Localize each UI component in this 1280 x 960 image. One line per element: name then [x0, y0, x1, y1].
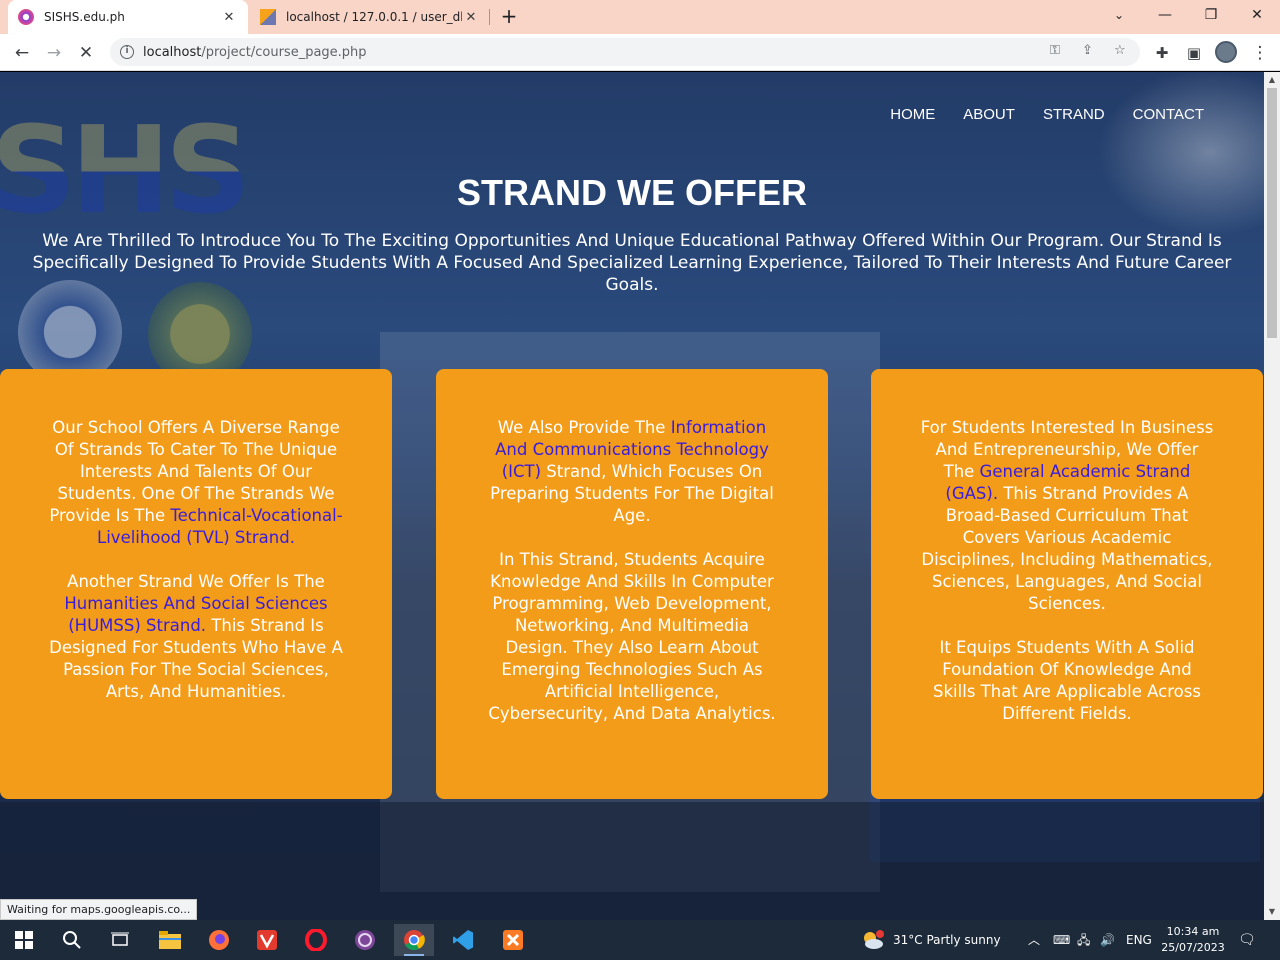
- tor-browser-icon[interactable]: [345, 924, 385, 956]
- card-text: Another Strand We Offer Is The: [67, 572, 325, 591]
- card-text: This Strand Provides A Broad-Based Curri…: [921, 484, 1213, 613]
- strand-card-gas: For Students Interested In Business And …: [871, 369, 1263, 799]
- key-icon[interactable]: ⚿: [1050, 43, 1060, 58]
- back-arrow-icon[interactable]: ←: [8, 39, 36, 67]
- close-window-icon[interactable]: ✕: [1234, 0, 1280, 30]
- share-icon[interactable]: ⇪: [1082, 43, 1093, 58]
- meet-now-icon[interactable]: ⌨: [1053, 920, 1070, 960]
- network-icon[interactable]: 🖧: [1077, 920, 1090, 960]
- card-text: It Equips Students With A Solid Foundati…: [933, 638, 1201, 723]
- forward-arrow-icon[interactable]: →: [40, 39, 68, 67]
- vivaldi-app-icon[interactable]: [247, 924, 287, 956]
- system-clock[interactable]: 10:34 am 25/07/2023: [1158, 924, 1228, 956]
- opera-icon[interactable]: [296, 924, 336, 956]
- extensions-icon[interactable]: ✚: [1148, 39, 1176, 67]
- nav-home[interactable]: HOME: [890, 106, 935, 123]
- scrollbar-thumb[interactable]: [1267, 88, 1277, 338]
- tab-search-chevron-icon[interactable]: ⌄: [1096, 0, 1142, 30]
- windows-start-icon[interactable]: [4, 924, 44, 956]
- card-paragraph: We Also Provide The Information And Comm…: [484, 417, 780, 527]
- firefox-icon[interactable]: [199, 924, 239, 956]
- card-paragraph: It Equips Students With A Solid Foundati…: [919, 637, 1215, 725]
- tab-phpmyadmin[interactable]: localhost / 127.0.0.1 / user_db | p ✕: [250, 0, 490, 34]
- menu-kebab-icon[interactable]: ⋮: [1246, 39, 1274, 67]
- nav-contact[interactable]: CONTACT: [1133, 106, 1204, 123]
- search-icon[interactable]: [52, 924, 92, 956]
- tab-title: SISHS.edu.ph: [44, 10, 125, 24]
- card-text: In This Strand, Students Acquire Knowled…: [488, 550, 776, 723]
- card-paragraph: For Students Interested In Business And …: [919, 417, 1215, 615]
- site-favicon-icon: [18, 9, 34, 25]
- address-bar[interactable]: i localhost/project/course_page.php ⚿ ⇪ …: [110, 38, 1140, 66]
- file-explorer-icon[interactable]: [150, 924, 190, 956]
- close-tab-icon[interactable]: ✕: [220, 10, 238, 25]
- card-text: We Also Provide The: [497, 418, 671, 437]
- weather-text[interactable]: 31°C Partly sunny: [893, 920, 1001, 960]
- side-panel-icon[interactable]: ▣: [1180, 39, 1208, 67]
- loading-status-bubble: Waiting for maps.googleapis.co...: [0, 899, 198, 920]
- page-viewport: SHS SHS HOME ABOUT STRAND CONTACT STRAND…: [0, 72, 1264, 920]
- browser-toolbar: ← → ✕ i localhost/project/course_page.ph…: [0, 34, 1280, 71]
- card-paragraph: Another Strand We Offer Is The Humanitie…: [48, 571, 344, 703]
- language-indicator[interactable]: ENG: [1126, 920, 1152, 960]
- vscode-icon[interactable]: [443, 924, 483, 956]
- task-view-icon[interactable]: [100, 924, 140, 956]
- restore-icon[interactable]: ❐: [1188, 0, 1234, 30]
- clock-date: 25/07/2023: [1161, 941, 1225, 954]
- tab-separator: [489, 9, 490, 25]
- intro-paragraph: We Are Thrilled To Introduce You To The …: [32, 231, 1232, 295]
- main-nav: HOME ABOUT STRAND CONTACT: [890, 106, 1204, 123]
- nav-about[interactable]: ABOUT: [963, 106, 1015, 123]
- minimize-icon[interactable]: —: [1142, 0, 1188, 30]
- windows-taskbar: 31°C Partly sunny ︿ ⌨ 🖧 🔊 ENG 10:34 am 2…: [0, 920, 1280, 960]
- show-hidden-icons-chevron-icon[interactable]: ︿: [1028, 920, 1040, 960]
- url-path: /project/course_page.php: [201, 44, 367, 60]
- phpmyadmin-favicon-icon: [260, 9, 276, 25]
- xampp-icon[interactable]: [493, 924, 533, 956]
- bookmark-star-icon[interactable]: ☆: [1114, 43, 1126, 58]
- page-title: STRAND WE OFFER: [457, 172, 807, 213]
- url-host: localhost: [143, 44, 202, 60]
- weather-icon[interactable]: [858, 924, 888, 956]
- notifications-icon[interactable]: 🗨: [1238, 920, 1256, 960]
- site-info-icon[interactable]: i: [120, 45, 134, 59]
- new-tab-icon[interactable]: +: [498, 5, 520, 27]
- browser-tab-strip: SISHS.edu.ph ✕ localhost / 127.0.0.1 / u…: [0, 0, 1280, 34]
- close-tab-icon[interactable]: ✕: [462, 10, 480, 25]
- chrome-icon[interactable]: [394, 924, 434, 956]
- tab-title: localhost / 127.0.0.1 / user_db | p: [286, 10, 462, 24]
- tab-sishs[interactable]: SISHS.edu.ph ✕: [8, 0, 248, 34]
- strand-card-ict: We Also Provide The Information And Comm…: [436, 369, 828, 799]
- card-paragraph: In This Strand, Students Acquire Knowled…: [484, 549, 780, 725]
- clock-time: 10:34 am: [1166, 925, 1220, 938]
- page-scrollbar[interactable]: ▲ ▼: [1264, 72, 1280, 920]
- stop-loading-icon[interactable]: ✕: [72, 39, 100, 67]
- scroll-up-arrow-icon[interactable]: ▲: [1264, 72, 1280, 88]
- scroll-down-arrow-icon[interactable]: ▼: [1264, 904, 1280, 920]
- volume-icon[interactable]: 🔊: [1100, 920, 1115, 960]
- profile-avatar[interactable]: [1215, 41, 1237, 63]
- nav-strand[interactable]: STRAND: [1043, 106, 1105, 123]
- strand-card-tvl-humss: Our School Offers A Diverse Range Of Str…: [0, 369, 392, 799]
- card-paragraph: Our School Offers A Diverse Range Of Str…: [48, 417, 344, 549]
